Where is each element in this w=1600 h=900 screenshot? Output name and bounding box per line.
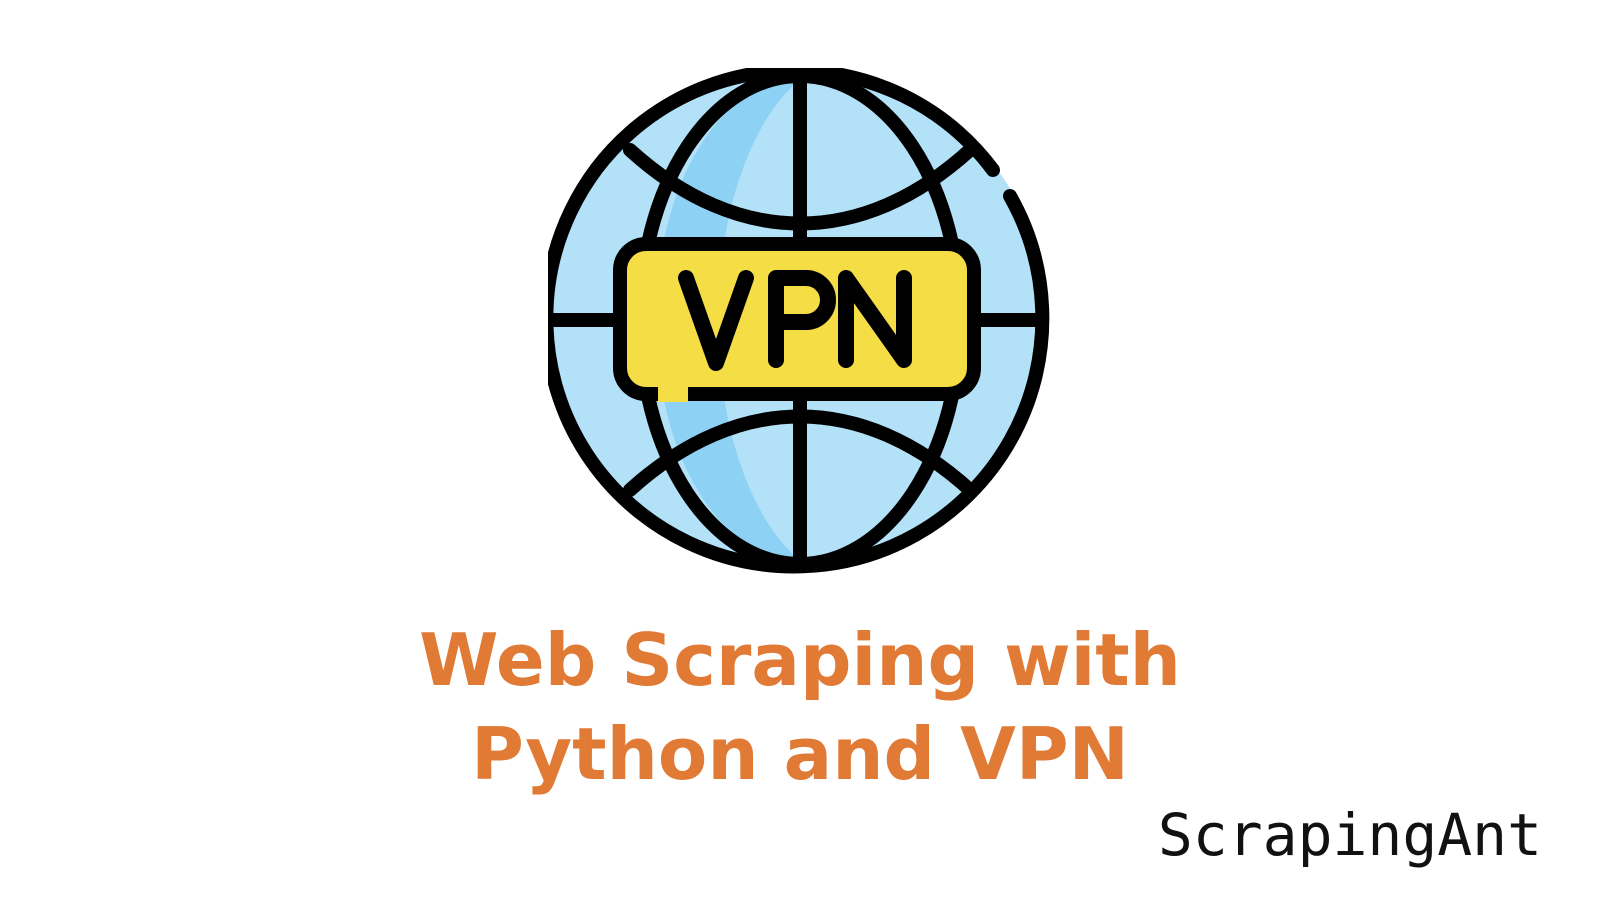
page-title-line-2: Python and VPN xyxy=(471,712,1129,796)
brand-name: ScrapingAnt xyxy=(1157,801,1542,869)
page-title-line-1: Web Scraping with xyxy=(419,618,1181,702)
banner: Web Scraping with Python and VPN Scrapin… xyxy=(0,0,1600,900)
vpn-globe-icon xyxy=(548,68,1060,580)
